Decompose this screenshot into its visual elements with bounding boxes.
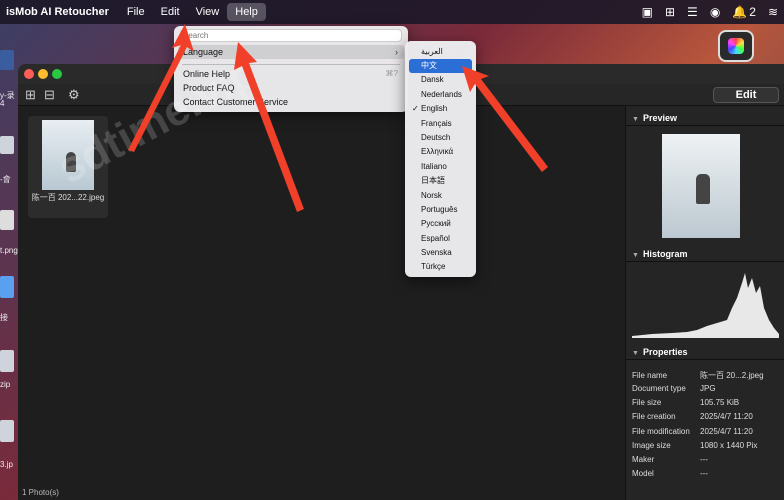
help-menu: Language › Online Help ⌘? Product FAQ Co… (174, 26, 408, 112)
language-submenu: العربية 中文 Dansk Nederlands ✓ English Fra… (405, 41, 476, 277)
minimize-window-button[interactable] (38, 69, 48, 79)
preview-section-header[interactable]: ▼ Preview (626, 110, 784, 126)
disclosure-triangle-icon: ▼ (632, 350, 639, 357)
app-window: ⊞ ⊟ ⚙ Edit 陈一百 202...22.jpeg ▼ Preview ▼ H… (18, 64, 784, 500)
desktop-label: 接 (0, 313, 8, 322)
desktop-label: zip (0, 380, 11, 389)
desktop-label: -會 (0, 175, 11, 184)
disclosure-triangle-icon: ▼ (632, 116, 639, 123)
wifi-icon[interactable]: ≋ (768, 5, 778, 19)
histogram-chart (632, 273, 779, 338)
wechat-tray-icon[interactable]: ◉ (710, 5, 720, 19)
menu-separator (182, 64, 400, 65)
menu-file[interactable]: File (119, 3, 153, 21)
thumbnail-image (42, 120, 94, 190)
person-figure (696, 174, 710, 204)
desktop-file-icon[interactable] (0, 50, 14, 70)
menu-item-language[interactable]: Language › (178, 45, 404, 59)
desktop-label: 4 (0, 99, 5, 108)
histogram-section-header[interactable]: ▼ Histogram (626, 246, 784, 262)
notification-count: 2 (749, 5, 756, 19)
remove-photo-icon[interactable]: ⊟ (44, 87, 55, 103)
property-row: File size 105.75 KiB (632, 398, 740, 407)
status-bar: 1 Photo(s) (22, 488, 59, 497)
desktop-file-icon[interactable] (0, 350, 14, 372)
menu-item-online-help[interactable]: Online Help ⌘? (178, 67, 404, 81)
inspector-panel: ▼ Preview ▼ Histogram ▼ Properties File nam… (625, 106, 784, 500)
thumbnail-filename: 陈一百 202...22.jpeg (31, 193, 105, 202)
add-photo-icon[interactable]: ⊞ (25, 87, 36, 103)
photo-grid: 陈一百 202...22.jpeg (18, 106, 625, 488)
language-item-italian[interactable]: Italiano (409, 160, 472, 174)
property-row: Maker --- (632, 455, 708, 464)
notification-bell-icon[interactable]: 🔔 (732, 5, 747, 19)
status-tray: ▣ ⊞ ☰ ◉ 🔔 2 ≋ (642, 0, 778, 24)
language-item-dutch[interactable]: Nederlands (409, 88, 472, 102)
property-row: Document type JPG (632, 384, 716, 393)
language-item-french[interactable]: Français (409, 117, 472, 131)
menu-item-product-faq[interactable]: Product FAQ (178, 81, 404, 95)
menu-view[interactable]: View (188, 3, 228, 21)
language-item-german[interactable]: Deutsch (409, 131, 472, 145)
app-menu[interactable]: isMob AI Retoucher (0, 6, 119, 18)
language-item-portuguese[interactable]: Português (409, 203, 472, 217)
edit-button[interactable]: Edit (713, 87, 779, 103)
menu-edit[interactable]: Edit (153, 3, 188, 21)
language-item-spanish[interactable]: Español (409, 232, 472, 246)
desktop-label: t.png (0, 246, 18, 255)
property-row: File creation 2025/4/7 11:20 (632, 412, 753, 421)
properties-section-header[interactable]: ▼ Properties (626, 344, 784, 360)
desktop-label: 3.jp (0, 460, 13, 469)
menu-help[interactable]: Help (227, 3, 266, 21)
app-tray-icon[interactable]: ▣ (642, 5, 653, 19)
desktop-folder-icon[interactable] (0, 276, 14, 298)
chevron-right-icon: › (395, 47, 398, 57)
language-item-danish[interactable]: Dansk (409, 73, 472, 87)
batch-settings-icon[interactable]: ⚙ (68, 87, 80, 103)
checkmark-icon: ✓ (412, 104, 419, 113)
close-window-button[interactable] (24, 69, 34, 79)
property-row: Model --- (632, 469, 708, 478)
shortcut-hint: ⌘? (385, 69, 398, 78)
desktop-file-icon[interactable] (0, 420, 14, 442)
property-row: File name 陈一百 20...2.jpeg (632, 371, 764, 380)
color-wheel-icon (728, 38, 744, 54)
desktop-file-icon[interactable] (0, 136, 14, 154)
language-item-norwegian[interactable]: Norsk (409, 189, 472, 203)
language-item-russian[interactable]: Русский (409, 217, 472, 231)
property-row: Image size 1080 x 1440 Pix (632, 441, 758, 450)
property-row: File modification 2025/4/7 11:20 (632, 427, 753, 436)
help-search-input[interactable] (180, 29, 402, 42)
menu-bar: isMob AI Retoucher File Edit View Help ▣… (0, 0, 784, 24)
photo-thumbnail[interactable]: 陈一百 202...22.jpeg (28, 116, 108, 218)
checklist-tray-icon[interactable]: ☰ (687, 5, 698, 19)
language-item-chinese[interactable]: 中文 (409, 59, 472, 73)
desktop-file-icon[interactable] (0, 210, 14, 230)
zoom-window-button[interactable] (52, 69, 62, 79)
language-item-swedish[interactable]: Svenska (409, 246, 472, 260)
language-item-turkish[interactable]: Türkçe (409, 260, 472, 274)
disclosure-triangle-icon: ▼ (632, 252, 639, 259)
menu-item-contact-support[interactable]: Contact Customer Service (178, 95, 404, 109)
language-item-english[interactable]: ✓ English (409, 102, 472, 116)
preview-image (662, 134, 740, 238)
language-item-japanese[interactable]: 日本語 (409, 174, 472, 188)
desktop-app-icon[interactable] (718, 30, 754, 62)
person-figure (66, 152, 76, 172)
grid-tray-icon[interactable]: ⊞ (665, 5, 675, 19)
desktop-strip: y-录 4 -會 t.png 接 zip 3.jp (0, 24, 20, 500)
language-item-arabic[interactable]: العربية (409, 45, 472, 59)
language-item-greek[interactable]: Ελληνικά (409, 145, 472, 159)
